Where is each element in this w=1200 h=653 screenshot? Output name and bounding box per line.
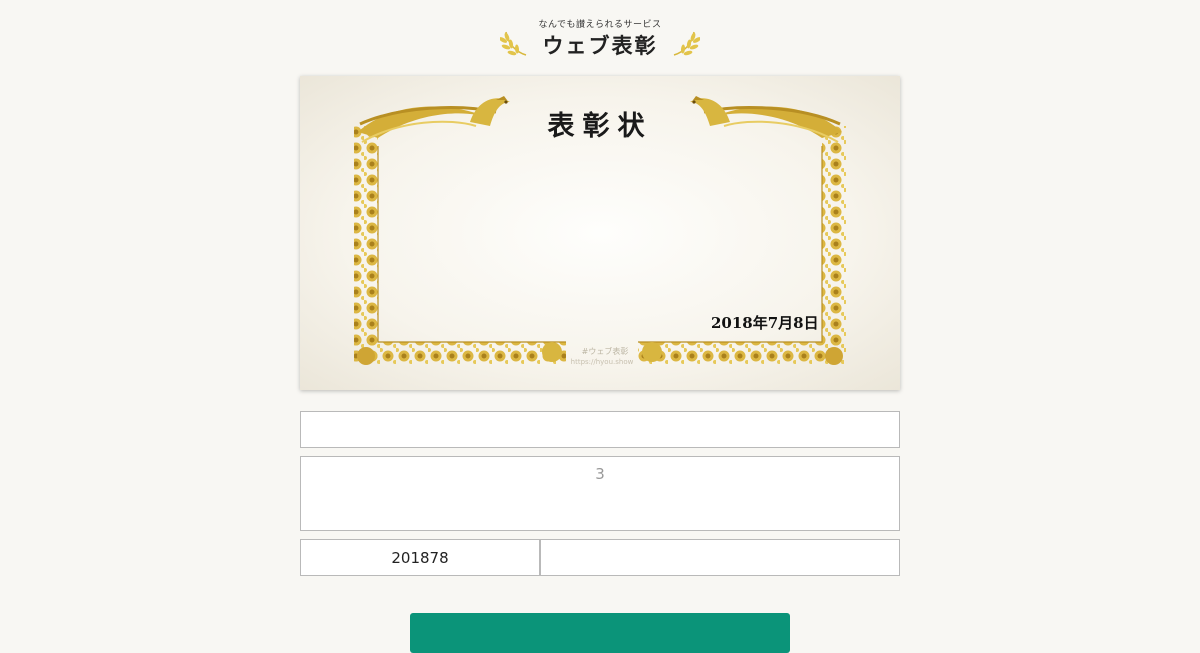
- date-input[interactable]: [300, 539, 540, 576]
- logo-title: ウェブ表彰: [542, 33, 658, 58]
- laurel-right-icon: [673, 31, 700, 56]
- site-logo[interactable]: なんでも讃えられるサービス ウェブ表彰: [0, 14, 1200, 62]
- certificate-date: 2018年7月8日: [711, 314, 819, 332]
- signer-input[interactable]: [540, 539, 900, 576]
- logo-tagline: なんでも讃えられるサービス: [538, 20, 662, 30]
- certificate-watermark: #ウェブ表彰: [581, 347, 629, 356]
- certificate-preview: 表彰状 2018年7月8日 #ウェブ表彰 https://hyou.show: [300, 76, 900, 390]
- award-body-textarea[interactable]: 3: [300, 456, 900, 531]
- certificate-title: 表彰状: [547, 111, 653, 142]
- create-award-button[interactable]: [410, 613, 790, 653]
- certificate-watermark-url: https://hyou.show: [570, 358, 634, 366]
- recipient-name-input[interactable]: [300, 411, 900, 448]
